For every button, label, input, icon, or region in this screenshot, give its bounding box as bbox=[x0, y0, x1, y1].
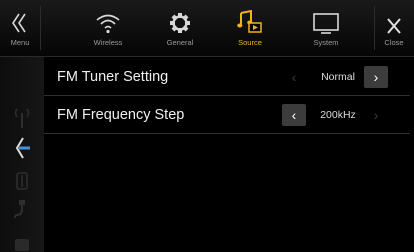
music-source-icon bbox=[237, 0, 263, 34]
tab-wireless-label: Wireless bbox=[93, 38, 123, 47]
setting-row-fm-frequency-step: FM Frequency Step ‹ 200kHz › bbox=[44, 99, 410, 134]
chevron-left-icon: ‹ bbox=[291, 107, 297, 123]
antenna-icon bbox=[0, 107, 44, 129]
sidebar bbox=[0, 57, 45, 252]
tab-system-label: System bbox=[313, 38, 339, 47]
chevron-left-icon: ‹ bbox=[291, 69, 297, 85]
gear-icon bbox=[169, 0, 191, 34]
wifi-icon bbox=[95, 0, 121, 34]
setting-label: FM Tuner Setting bbox=[57, 69, 169, 85]
cable-icon bbox=[0, 199, 44, 221]
tab-source-label: Source bbox=[238, 38, 262, 47]
tab-system[interactable]: System bbox=[288, 0, 364, 56]
usb-icon bbox=[0, 171, 44, 191]
back-arrow-icon[interactable] bbox=[0, 135, 44, 161]
tab-wireless[interactable]: Wireless bbox=[70, 0, 146, 56]
chevron-right-icon: › bbox=[373, 69, 379, 85]
double-chevron-left-icon bbox=[10, 0, 30, 34]
device-icon bbox=[0, 237, 44, 251]
tab-general-label: General bbox=[166, 38, 194, 47]
menu-label: Menu bbox=[10, 38, 30, 47]
tab-general[interactable]: General bbox=[142, 0, 218, 56]
setting-value: 200kHz bbox=[320, 109, 356, 121]
close-label: Close bbox=[384, 38, 404, 47]
close-icon bbox=[386, 0, 402, 34]
increase-button[interactable]: › bbox=[364, 104, 388, 126]
monitor-icon bbox=[312, 0, 340, 34]
setting-label: FM Frequency Step bbox=[57, 107, 185, 123]
increase-button[interactable]: › bbox=[364, 66, 388, 88]
decrease-button[interactable]: ‹ bbox=[282, 104, 306, 126]
chevron-right-icon: › bbox=[373, 107, 379, 123]
close-button[interactable]: Close bbox=[374, 0, 414, 56]
setting-row-fm-tuner: FM Tuner Setting ‹ Normal › bbox=[44, 61, 410, 96]
tab-source[interactable]: Source bbox=[212, 0, 288, 56]
menu-button[interactable]: Menu bbox=[0, 0, 40, 56]
settings-list: FM Tuner Setting ‹ Normal › FM Frequency… bbox=[44, 57, 414, 252]
decrease-button[interactable]: ‹ bbox=[282, 66, 306, 88]
top-navigation-bar: Menu Wireless General Source System Clos… bbox=[0, 0, 414, 57]
setting-value: Normal bbox=[321, 71, 355, 83]
